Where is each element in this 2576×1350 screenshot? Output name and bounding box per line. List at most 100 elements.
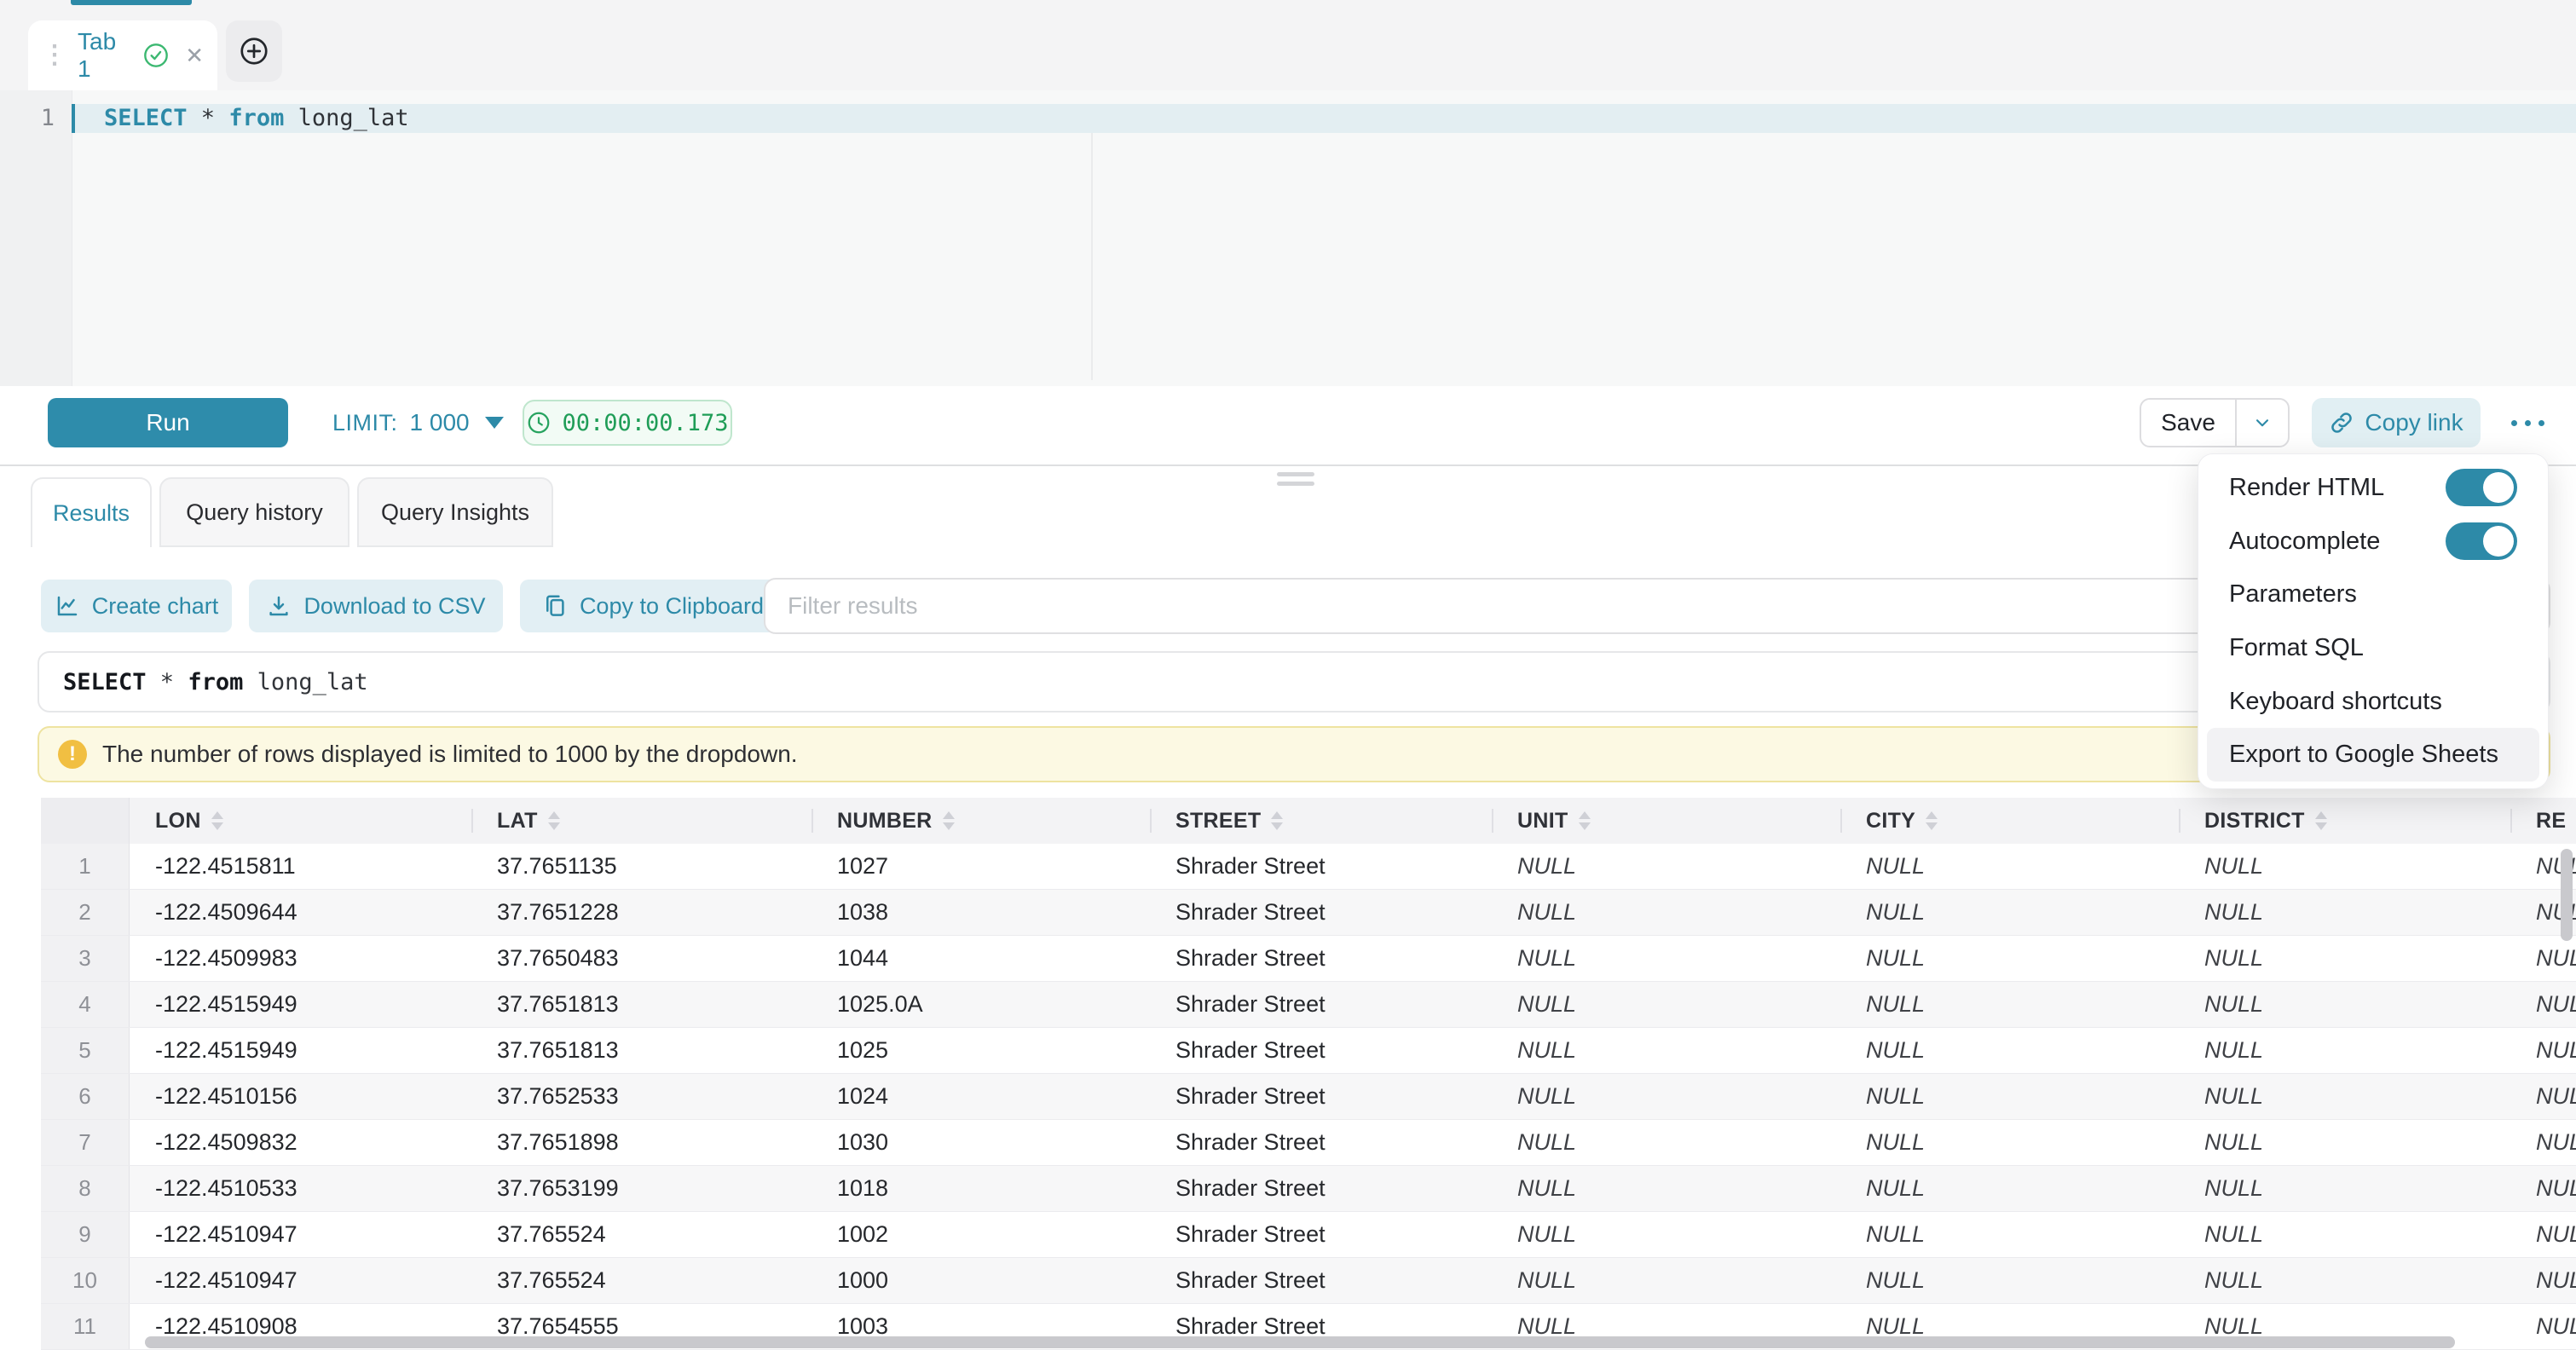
- menu-item-autocomplete[interactable]: Autocomplete: [2198, 515, 2548, 568]
- table-cell[interactable]: 37.7651228: [471, 890, 811, 935]
- tab-results[interactable]: Results: [31, 477, 152, 547]
- save-button[interactable]: Save: [2140, 398, 2237, 447]
- download-csv-button[interactable]: Download to CSV: [249, 580, 503, 632]
- table-cell[interactable]: -122.4510156: [130, 1074, 471, 1119]
- table-cell[interactable]: NULL: [2510, 1120, 2576, 1165]
- table-cell[interactable]: NULL: [1840, 936, 2179, 981]
- table-cell[interactable]: NULL: [1840, 844, 2179, 889]
- table-cell[interactable]: NULL: [1840, 1212, 2179, 1257]
- toggle-autocomplete[interactable]: [2446, 522, 2517, 560]
- table-cell[interactable]: NULL: [2179, 936, 2510, 981]
- table-cell[interactable]: 1000: [811, 1258, 1150, 1303]
- table-cell[interactable]: 1027: [811, 844, 1150, 889]
- table-cell[interactable]: NULL: [1492, 890, 1840, 935]
- menu-item-parameters[interactable]: Parameters: [2198, 568, 2548, 621]
- table-cell[interactable]: NULL: [1840, 1166, 2179, 1211]
- table-cell[interactable]: 37.7651813: [471, 982, 811, 1027]
- sort-icon[interactable]: [1926, 811, 1938, 830]
- table-cell[interactable]: -122.4510533: [130, 1166, 471, 1211]
- table-cell[interactable]: NULL: [1492, 1120, 1840, 1165]
- table-cell[interactable]: 37.7651813: [471, 1028, 811, 1073]
- table-cell[interactable]: NULL: [2510, 936, 2576, 981]
- sort-icon[interactable]: [943, 811, 955, 830]
- table-cell[interactable]: NULL: [2179, 844, 2510, 889]
- menu-item-keyboard-shortcuts[interactable]: Keyboard shortcuts: [2198, 675, 2548, 729]
- table-cell[interactable]: NULL: [1492, 1028, 1840, 1073]
- table-cell[interactable]: Shrader Street: [1150, 1212, 1492, 1257]
- tab-query[interactable]: ⋮ Tab 1 ✕: [28, 20, 217, 90]
- table-cell[interactable]: NULL: [2179, 890, 2510, 935]
- table-cell[interactable]: NULL: [2510, 1028, 2576, 1073]
- tab-query-history[interactable]: Query history: [159, 477, 349, 547]
- table-cell[interactable]: 37.7650483: [471, 936, 811, 981]
- table-cell[interactable]: Shrader Street: [1150, 1028, 1492, 1073]
- table-cell[interactable]: -122.4509832: [130, 1120, 471, 1165]
- menu-item-render-html[interactable]: Render HTML: [2198, 461, 2548, 515]
- close-tab-icon[interactable]: ✕: [185, 44, 204, 66]
- column-header-number[interactable]: NUMBER: [811, 798, 1150, 844]
- column-header-lat[interactable]: LAT: [471, 798, 811, 844]
- sql-editor[interactable]: 1 SELECT * from long_lat: [0, 90, 2576, 387]
- table-cell[interactable]: NULL: [2510, 982, 2576, 1027]
- vertical-scrollbar[interactable]: [2561, 849, 2573, 941]
- more-options-button[interactable]: [2499, 398, 2556, 447]
- table-cell[interactable]: NULL: [2510, 1258, 2576, 1303]
- table-cell[interactable]: 1002: [811, 1212, 1150, 1257]
- table-cell[interactable]: 37.7651898: [471, 1120, 811, 1165]
- table-cell[interactable]: NULL: [2510, 1304, 2576, 1349]
- sort-icon[interactable]: [548, 811, 560, 830]
- table-cell[interactable]: NULL: [2510, 1166, 2576, 1211]
- limit-dropdown[interactable]: LIMIT: 1 000: [332, 398, 504, 447]
- toggle-render-html[interactable]: [2446, 469, 2517, 506]
- table-cell[interactable]: NULL: [1492, 1258, 1840, 1303]
- table-cell[interactable]: 1025.0A: [811, 982, 1150, 1027]
- table-cell[interactable]: 1018: [811, 1166, 1150, 1211]
- table-cell[interactable]: -122.4515949: [130, 1028, 471, 1073]
- table-cell[interactable]: 1044: [811, 936, 1150, 981]
- drag-handle-icon[interactable]: ⋮: [42, 43, 67, 68]
- table-cell[interactable]: 1024: [811, 1074, 1150, 1119]
- sort-icon[interactable]: [1579, 811, 1591, 830]
- table-cell[interactable]: 1038: [811, 890, 1150, 935]
- table-cell[interactable]: 37.7651135: [471, 844, 811, 889]
- table-cell[interactable]: Shrader Street: [1150, 936, 1492, 981]
- menu-item-export-to-google-sheets[interactable]: Export to Google Sheets: [2207, 728, 2539, 782]
- table-cell[interactable]: -122.4515811: [130, 844, 471, 889]
- column-header-district[interactable]: DISTRICT: [2179, 798, 2510, 844]
- table-cell[interactable]: NULL: [2179, 1074, 2510, 1119]
- create-chart-button[interactable]: Create chart: [41, 580, 232, 632]
- table-cell[interactable]: -122.4509983: [130, 936, 471, 981]
- table-cell[interactable]: 37.7653199: [471, 1166, 811, 1211]
- table-cell[interactable]: 37.765524: [471, 1212, 811, 1257]
- table-cell[interactable]: NULL: [2510, 1212, 2576, 1257]
- horizontal-scrollbar[interactable]: [145, 1336, 2455, 1348]
- table-cell[interactable]: NULL: [1492, 1074, 1840, 1119]
- table-cell[interactable]: 37.7652533: [471, 1074, 811, 1119]
- menu-item-format-sql[interactable]: Format SQL: [2198, 621, 2548, 675]
- table-cell[interactable]: NULL: [1840, 982, 2179, 1027]
- table-cell[interactable]: NULL: [1840, 1028, 2179, 1073]
- copy-link-button[interactable]: Copy link: [2312, 398, 2481, 447]
- table-cell[interactable]: NULL: [1492, 844, 1840, 889]
- table-cell[interactable]: Shrader Street: [1150, 1258, 1492, 1303]
- table-cell[interactable]: Shrader Street: [1150, 1166, 1492, 1211]
- table-cell[interactable]: NULL: [1492, 1166, 1840, 1211]
- run-button[interactable]: Run: [48, 398, 288, 447]
- sort-icon[interactable]: [211, 811, 223, 830]
- copy-to-clipboard-button[interactable]: Copy to Clipboard: [520, 580, 786, 632]
- sort-icon[interactable]: [1271, 811, 1283, 830]
- table-cell[interactable]: NULL: [2179, 982, 2510, 1027]
- table-cell[interactable]: NULL: [1840, 1120, 2179, 1165]
- tab-query-insights[interactable]: Query Insights: [357, 477, 553, 547]
- table-cell[interactable]: Shrader Street: [1150, 1074, 1492, 1119]
- new-tab-button[interactable]: [226, 20, 282, 82]
- table-cell[interactable]: Shrader Street: [1150, 844, 1492, 889]
- table-cell[interactable]: NULL: [2510, 1074, 2576, 1119]
- save-options-button[interactable]: [2235, 398, 2290, 447]
- table-cell[interactable]: NULL: [2179, 1028, 2510, 1073]
- table-cell[interactable]: 1025: [811, 1028, 1150, 1073]
- table-cell[interactable]: 37.765524: [471, 1258, 811, 1303]
- column-header-city[interactable]: CITY: [1840, 798, 2179, 844]
- table-cell[interactable]: Shrader Street: [1150, 890, 1492, 935]
- table-cell[interactable]: Shrader Street: [1150, 1120, 1492, 1165]
